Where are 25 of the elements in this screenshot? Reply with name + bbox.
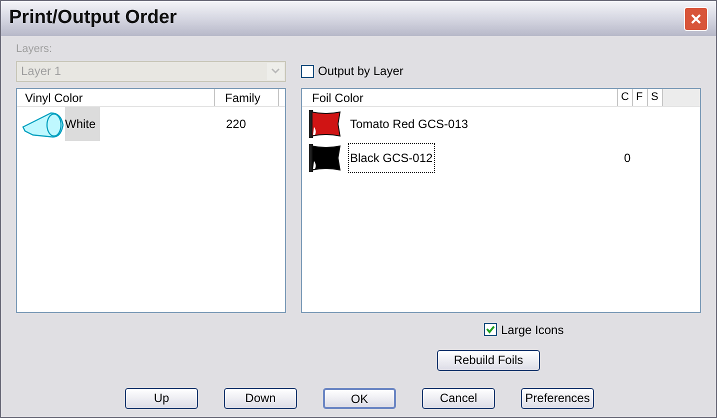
column-header[interactable]: C [618,88,633,106]
foil-name[interactable]: Tomato Red GCS-013 [348,108,470,138]
foil-name[interactable]: Black GCS-012 [348,142,435,172]
column-header[interactable]: Vinyl Color [17,88,215,106]
dialog-button[interactable]: OK [323,388,396,408]
column-header[interactable]: F [633,88,648,106]
dialog-button[interactable]: Preferences [521,388,594,408]
close-button[interactable] [684,6,708,30]
dialog-button[interactable]: Down [224,388,297,408]
foil-swatch-icon [308,108,342,138]
dialog-button[interactable]: Rebuild Foils [437,350,540,370]
layers-label: Layers: [16,42,54,57]
column-header[interactable]: Foil Color [302,88,618,106]
dialog-button[interactable]: Cancel [422,388,495,408]
column-header[interactable]: Family [215,88,279,106]
foil-count-cell-text: 0 [624,150,631,166]
family-cell-text: 220 [226,116,246,132]
dialog-button[interactable]: Up [125,388,198,408]
close-icon [690,12,702,24]
vinyl-name[interactable]: White [65,106,100,140]
foil-swatch-icon [308,142,342,172]
checkbox[interactable]: Large Icons [484,320,564,338]
checkbox[interactable]: Output by Layer [301,62,404,80]
checkmark-icon [486,325,495,334]
window-title: Print/Output Order [9,6,177,30]
